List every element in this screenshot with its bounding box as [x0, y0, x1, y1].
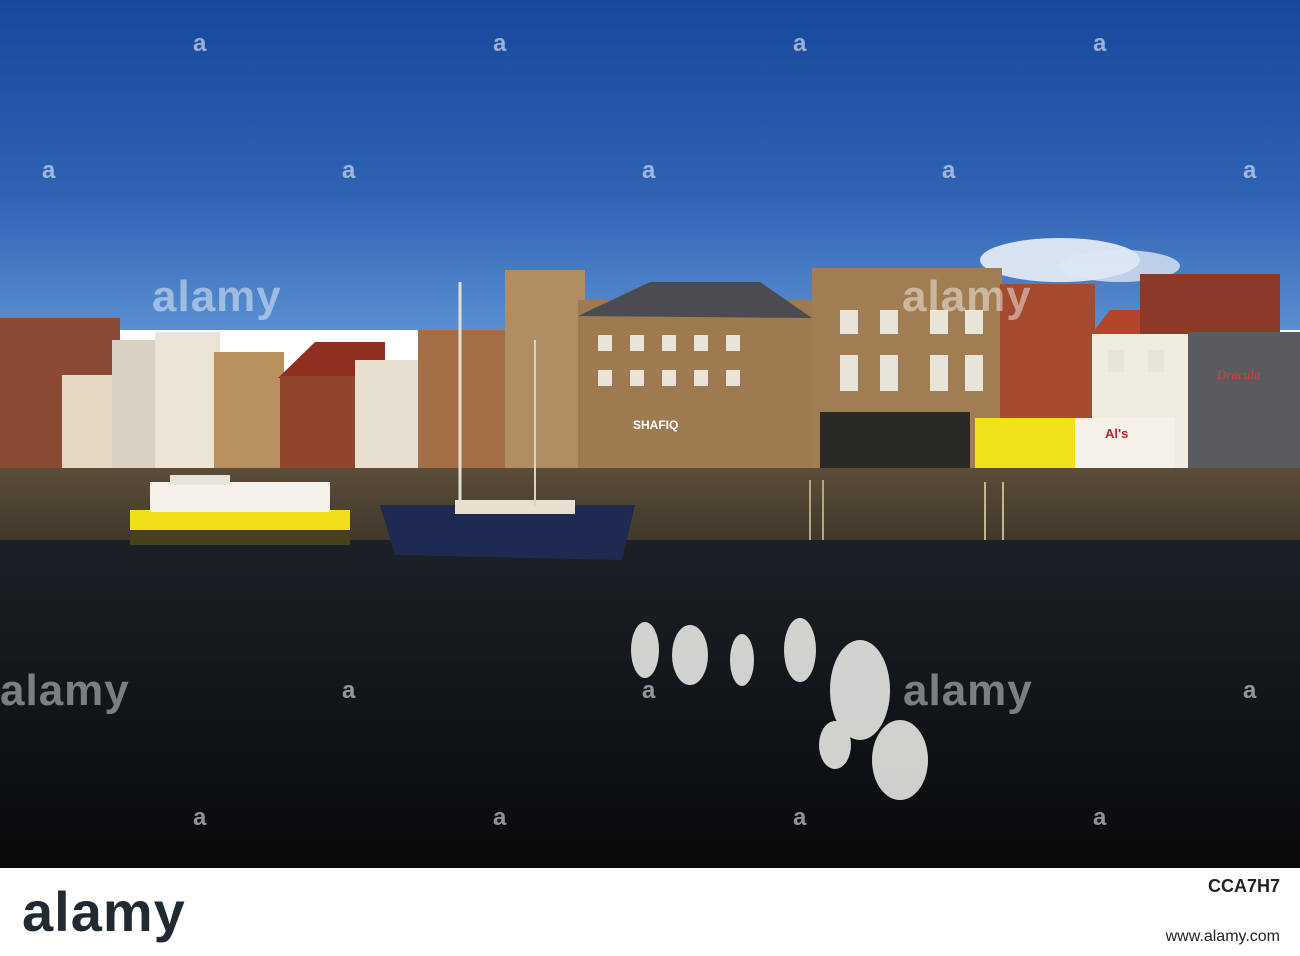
watermark-mark: a — [1093, 30, 1107, 57]
building — [280, 376, 360, 470]
building — [418, 330, 513, 470]
watermark-mark: a — [42, 157, 56, 184]
watermark: alamy — [152, 272, 282, 321]
building — [505, 270, 585, 470]
watermark-mark: a — [942, 157, 956, 184]
watermark-mark: a — [193, 30, 207, 57]
watermark-mark: a — [493, 804, 507, 831]
harbour-photo: SHAFIQ Al's Dracula — [0, 0, 1300, 868]
watermark-mark: a — [1243, 677, 1257, 704]
shop-sign-dracula: Dracula — [1216, 367, 1261, 382]
building — [214, 352, 284, 470]
yellow-ferry-boat — [130, 475, 350, 545]
watermark-mark: a — [793, 30, 807, 57]
building — [112, 340, 162, 470]
watermark: alamy — [903, 666, 1033, 715]
shop-sign-als: Al's — [1105, 426, 1128, 441]
watermark-mark: a — [493, 30, 507, 57]
watermark-mark: a — [342, 157, 356, 184]
image-id: CCA7H7 — [1207, 876, 1280, 896]
shop-sign-shafiq: SHAFIQ — [633, 418, 678, 432]
watermark-mark: a — [793, 804, 807, 831]
alamy-logo: alamy — [22, 880, 186, 943]
watermark-mark: a — [642, 157, 656, 184]
building — [1188, 332, 1300, 482]
footer-info: CCA7H7 www.alamy.com — [1040, 868, 1290, 956]
watermark-mark: a — [1093, 804, 1107, 831]
building — [355, 360, 425, 470]
watermark: alamy — [902, 272, 1032, 321]
watermark-mark: a — [642, 677, 656, 704]
building — [1140, 274, 1280, 334]
watermark-mark: a — [1243, 157, 1257, 184]
website-link[interactable]: www.alamy.com — [1166, 928, 1280, 946]
watermark-mark: a — [193, 804, 207, 831]
watermark-mark: a — [342, 677, 356, 704]
building — [155, 332, 220, 470]
footer-bar: alamy CCA7H7 www.alamy.com — [0, 868, 1300, 956]
watermark: alamy — [0, 666, 130, 715]
